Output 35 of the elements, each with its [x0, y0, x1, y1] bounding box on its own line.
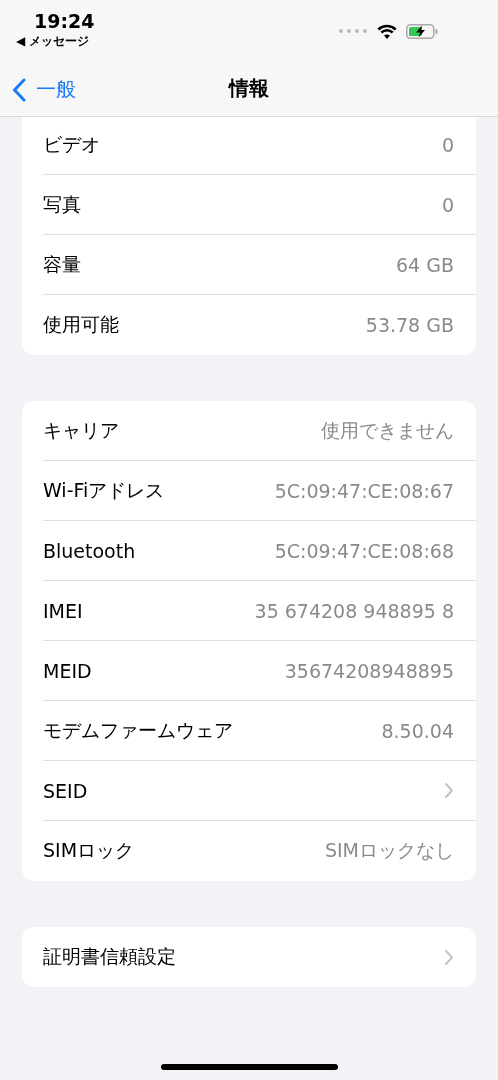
row-label: SIMロック	[43, 838, 135, 863]
row-value: 8.50.04	[381, 719, 454, 742]
row-value: SIMロックなし	[324, 838, 454, 863]
row-label: 写真	[43, 191, 81, 217]
settings-row[interactable]: SEID	[43, 761, 476, 821]
row-label: IMEI	[43, 599, 83, 622]
chevron-left-icon	[12, 77, 26, 102]
row-value: 64 GB	[396, 253, 454, 276]
row-value: 5C:09:47:CE:08:68	[274, 539, 454, 562]
row-label: ビデオ	[43, 131, 100, 157]
settings-row[interactable]: 証明書信頼設定	[43, 927, 476, 987]
row-label: 使用可能	[43, 312, 119, 337]
row-label: モデムファームウェア	[43, 717, 233, 743]
row-value: 35 674208 948895 8	[254, 599, 454, 622]
row-value: 35674208948895	[284, 659, 454, 682]
row-label: Bluetooth	[43, 539, 136, 562]
row-value: 53.78 GB	[365, 314, 454, 336]
row-label: MEID	[43, 659, 92, 682]
chevron-right-icon	[444, 782, 454, 799]
row-value: 5C:09:47:CE:08:67	[274, 479, 454, 502]
row-label: Wi-Fiアドレス	[43, 477, 165, 503]
wifi-icon	[377, 23, 397, 39]
row-label: キャリア	[43, 417, 119, 443]
home-indicator[interactable]	[161, 1064, 338, 1070]
chevron-right-icon	[444, 948, 454, 966]
status-time: 19:24	[33, 10, 95, 32]
battery-charging-icon	[406, 23, 438, 39]
nav-title: 情報	[229, 74, 269, 102]
signal-icon	[338, 28, 368, 34]
back-to-app-link[interactable]: ◀ メッセージ	[16, 32, 95, 50]
back-link[interactable]: 一般	[12, 76, 76, 103]
row-value: 0	[441, 193, 454, 216]
row-value: 0	[441, 133, 454, 156]
row-label: 容量	[43, 251, 81, 277]
row-value: 使用できません	[321, 417, 454, 443]
